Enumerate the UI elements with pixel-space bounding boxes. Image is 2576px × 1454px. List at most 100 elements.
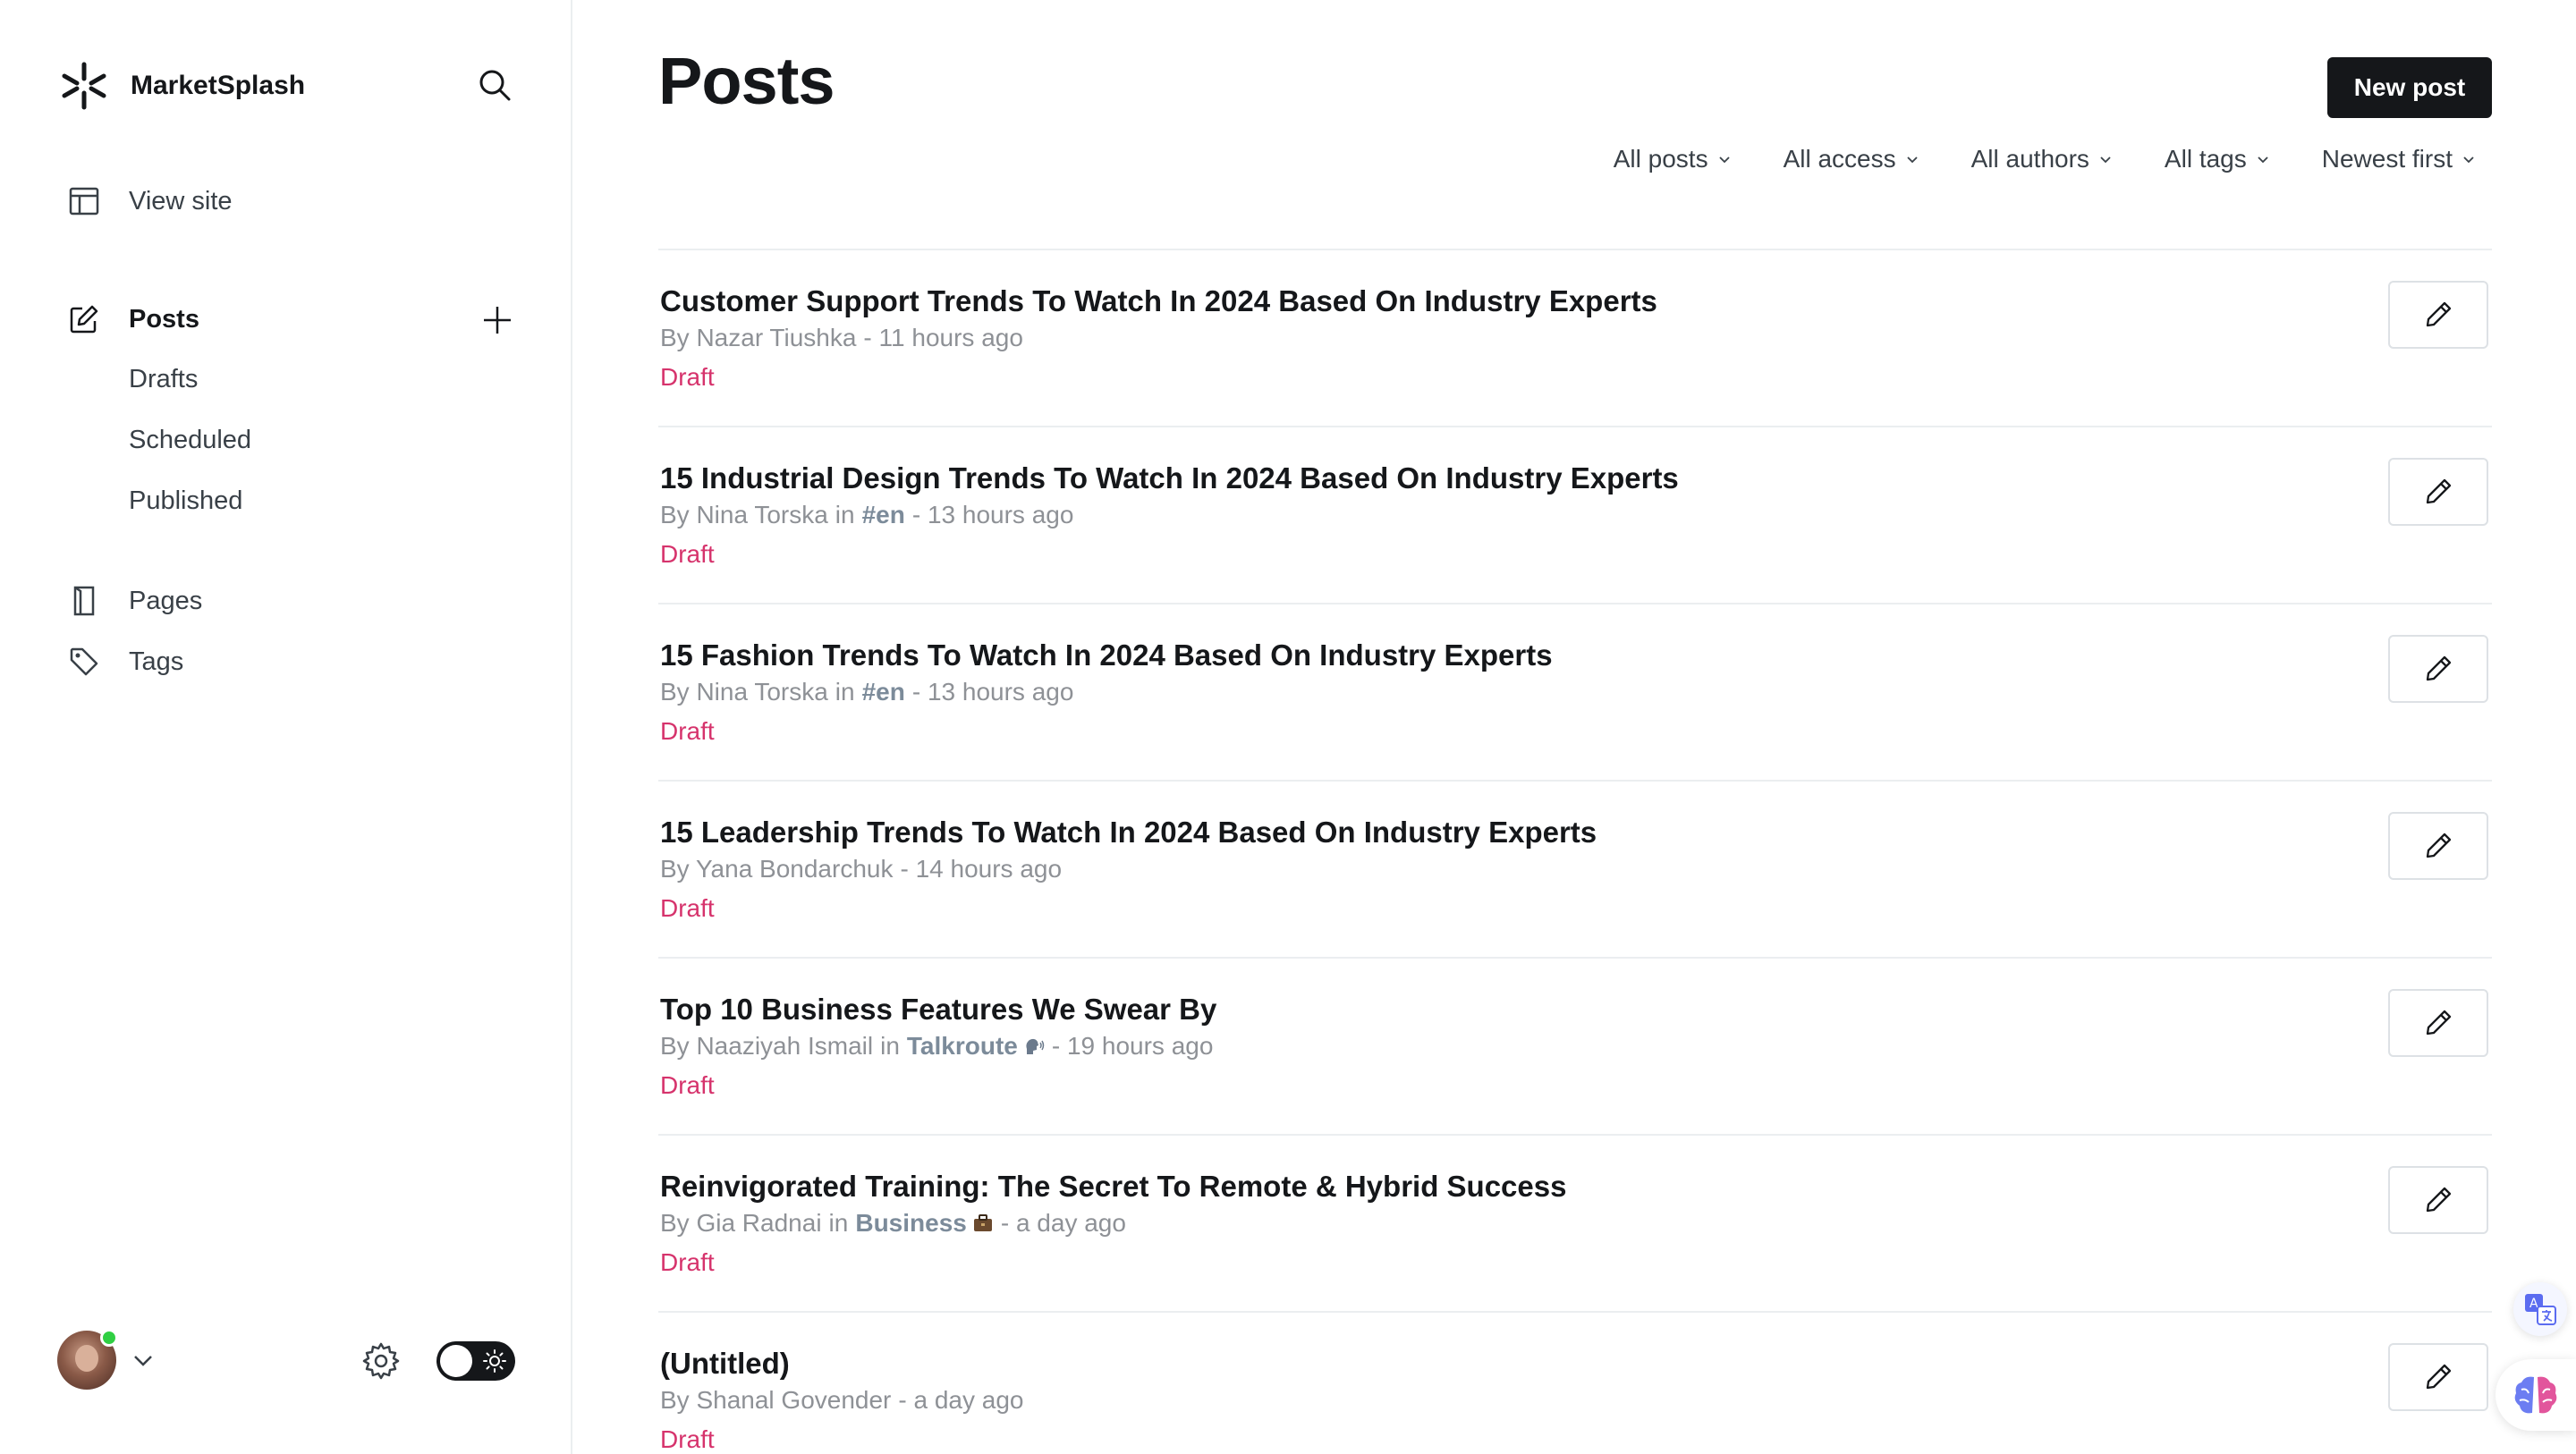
post-meta: By Gia Radnai in Business - a day ago xyxy=(660,1209,1126,1238)
post-status: Draft xyxy=(660,717,715,745)
edit-square-icon xyxy=(64,300,104,339)
edit-post-button[interactable] xyxy=(2388,1343,2488,1411)
online-status-dot xyxy=(100,1329,118,1347)
filter-all-posts[interactable]: All posts xyxy=(1614,145,1732,173)
app: MarketSplash View site Posts Drafts Sche… xyxy=(0,0,2576,1454)
edit-post-button[interactable] xyxy=(2388,281,2488,349)
post-in: in xyxy=(835,501,855,528)
edit-post-button[interactable] xyxy=(2388,812,2488,880)
post-title[interactable]: 15 Leadership Trends To Watch In 2024 Ba… xyxy=(660,816,1597,850)
post-meta: By Shanal Govender - a day ago xyxy=(660,1386,1024,1415)
post-tag[interactable]: Talkroute xyxy=(907,1032,1018,1061)
filter-label: All posts xyxy=(1613,145,1708,173)
post-tag[interactable]: #en xyxy=(862,678,905,706)
post-title[interactable]: Top 10 Business Features We Swear By xyxy=(660,993,1216,1027)
speaking-head-icon xyxy=(1026,1038,1045,1054)
filter-bar: All posts All access All authors All tag… xyxy=(1562,145,2476,173)
edit-post-button[interactable] xyxy=(2388,1166,2488,1234)
post-author: By Nina Torska xyxy=(660,501,828,528)
tag-icon xyxy=(64,642,104,681)
brain-icon xyxy=(2514,1376,2557,1414)
brand-logo-icon xyxy=(59,61,109,111)
nav-published[interactable]: Published xyxy=(129,481,242,520)
gear-icon xyxy=(362,1342,400,1380)
nav-posts-label: Posts xyxy=(129,304,199,334)
post-meta: By Yana Bondarchuk - 14 hours ago xyxy=(660,855,1062,883)
chevron-down-icon xyxy=(1905,152,1919,166)
filter-all-access[interactable]: All access xyxy=(1784,145,1919,173)
edit-post-button[interactable] xyxy=(2388,989,2488,1057)
post-time: - a day ago xyxy=(898,1386,1024,1414)
plus-icon xyxy=(484,307,511,334)
filter-label: All access xyxy=(1783,145,1896,173)
filter-all-tags[interactable]: All tags xyxy=(2165,145,2270,173)
edit-post-button[interactable] xyxy=(2388,458,2488,526)
search-icon xyxy=(479,70,511,101)
translate-widget-button[interactable]: A xyxy=(2513,1282,2567,1336)
post-title[interactable]: Reinvigorated Training: The Secret To Re… xyxy=(660,1170,1566,1204)
chevron-down-icon xyxy=(1717,152,1732,166)
settings-button[interactable] xyxy=(360,1340,402,1382)
chevron-down-icon xyxy=(131,1348,156,1373)
post-status: Draft xyxy=(660,1071,715,1099)
filter-label: All authors xyxy=(1970,145,2089,173)
sidebar: MarketSplash View site Posts Drafts Sche… xyxy=(0,0,572,1454)
post-time: - 11 hours ago xyxy=(863,324,1023,351)
post-title[interactable]: Customer Support Trends To Watch In 2024… xyxy=(660,284,1657,318)
post-status: Draft xyxy=(660,540,715,568)
add-post-button[interactable] xyxy=(478,300,517,340)
post-meta: By Nina Torska in #en - 13 hours ago xyxy=(660,678,1073,706)
post-row[interactable]: Reinvigorated Training: The Secret To Re… xyxy=(658,1134,2492,1311)
post-row[interactable]: 15 Leadership Trends To Watch In 2024 Ba… xyxy=(658,780,2492,957)
layout-icon xyxy=(64,182,104,221)
post-row[interactable]: Customer Support Trends To Watch In 2024… xyxy=(658,249,2492,426)
nav-pages[interactable]: Pages xyxy=(64,579,202,622)
toggle-knob xyxy=(440,1345,472,1377)
nav-view-site-label: View site xyxy=(129,186,233,216)
post-tag[interactable]: Business xyxy=(855,1209,967,1238)
post-status: Draft xyxy=(660,363,715,391)
filter-label: Newest first xyxy=(2321,145,2453,173)
filter-sort[interactable]: Newest first xyxy=(2322,145,2476,173)
post-time: - 13 hours ago xyxy=(911,501,1074,528)
post-author: By Naaziyah Ismail xyxy=(660,1032,874,1060)
edit-post-button[interactable] xyxy=(2388,635,2488,703)
post-row[interactable]: Top 10 Business Features We Swear By By … xyxy=(658,957,2492,1134)
post-title[interactable]: (Untitled) xyxy=(660,1347,790,1381)
chevron-down-icon xyxy=(2256,152,2270,166)
filter-label: All tags xyxy=(2164,145,2247,173)
search-button[interactable] xyxy=(474,64,515,106)
new-post-button[interactable]: New post xyxy=(2327,57,2492,118)
post-title[interactable]: 15 Fashion Trends To Watch In 2024 Based… xyxy=(660,638,1553,672)
main-content: Posts New post All posts All access All … xyxy=(574,0,2576,1454)
post-author: By Nina Torska xyxy=(660,678,828,706)
pencil-icon xyxy=(2426,478,2452,504)
pencil-icon xyxy=(2426,655,2452,681)
nav-view-site[interactable]: View site xyxy=(64,180,233,223)
nav-drafts[interactable]: Drafts xyxy=(129,359,198,399)
filter-all-authors[interactable]: All authors xyxy=(1971,145,2113,173)
page-icon xyxy=(64,581,104,621)
post-tag[interactable]: #en xyxy=(862,501,905,529)
nav-posts[interactable]: Posts xyxy=(64,298,199,341)
post-row[interactable]: 15 Fashion Trends To Watch In 2024 Based… xyxy=(658,603,2492,780)
user-menu[interactable] xyxy=(57,1329,156,1390)
nav-tags-label: Tags xyxy=(129,647,184,676)
post-row[interactable]: (Untitled) By Shanal Govender - a day ag… xyxy=(658,1311,2492,1454)
nav-tags[interactable]: Tags xyxy=(64,640,183,683)
post-time: - 19 hours ago xyxy=(1051,1032,1214,1060)
theme-toggle[interactable] xyxy=(436,1341,515,1381)
post-title[interactable]: 15 Industrial Design Trends To Watch In … xyxy=(660,461,1679,495)
ai-assistant-widget-button[interactable] xyxy=(2496,1359,2576,1431)
post-author: By Nazar Tiushka xyxy=(660,324,857,351)
nav-pages-label: Pages xyxy=(129,586,203,615)
post-meta: By Nazar Tiushka - 11 hours ago xyxy=(660,324,1023,352)
brand[interactable]: MarketSplash xyxy=(59,59,305,113)
post-status: Draft xyxy=(660,894,715,922)
chevron-down-icon xyxy=(2098,152,2113,166)
posts-list: Customer Support Trends To Watch In 2024… xyxy=(658,249,2492,1454)
post-status: Draft xyxy=(660,1248,715,1276)
post-row[interactable]: 15 Industrial Design Trends To Watch In … xyxy=(658,426,2492,603)
nav-scheduled[interactable]: Scheduled xyxy=(129,420,251,460)
pencil-icon xyxy=(2426,1010,2452,1036)
